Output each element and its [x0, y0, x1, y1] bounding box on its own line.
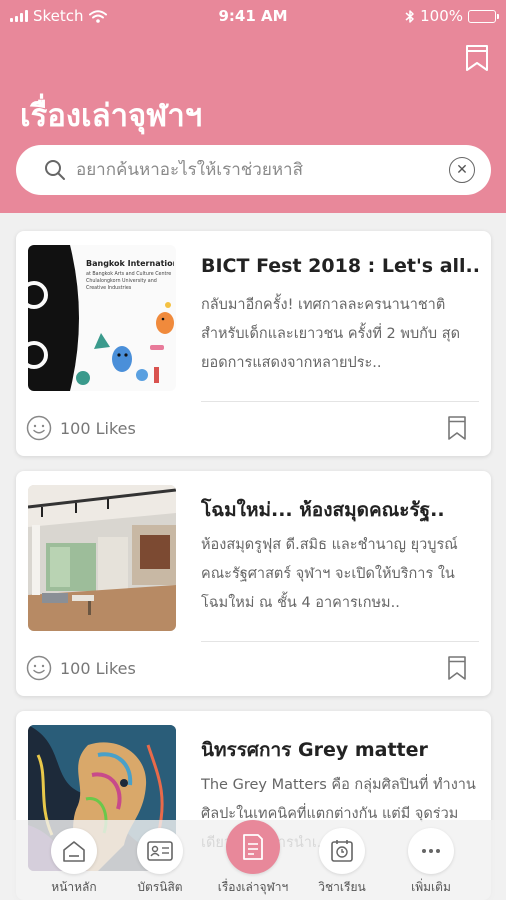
- card-description: ห้องสมุดรูฟุส ดี.สมิธ และชำนาญ ยุวบูรณ์ …: [201, 537, 458, 611]
- clear-icon[interactable]: ✕: [449, 157, 475, 183]
- nav-label: วิชาเรียน: [318, 880, 366, 894]
- nav-label: เรื่องเล่าจุฬาฯ: [217, 880, 289, 894]
- more-icon: [408, 828, 454, 874]
- calendar-clock-icon: [319, 828, 365, 874]
- search-icon: [45, 160, 65, 180]
- card-footer: 100 Likes: [16, 402, 491, 456]
- card-title: นิทรรศการ Grey matter: [201, 739, 428, 761]
- like-button[interactable]: 100 Likes: [26, 655, 136, 681]
- card-thumbnail: Bangkok International at Bangkok Arts an…: [28, 245, 176, 391]
- likes-count: 100 Likes: [60, 658, 136, 678]
- battery-icon: [468, 9, 499, 23]
- search-input[interactable]: [76, 160, 449, 180]
- nav-home[interactable]: หน้าหลัก: [28, 828, 120, 897]
- card-content: โฉมใหม่... ห้องสมุดคณะรัฐ.. ห้องสมุดรูฟุ…: [16, 471, 491, 641]
- bookmark-icon[interactable]: [464, 44, 490, 72]
- nav-label: เพิ่มเติม: [411, 880, 451, 894]
- bluetooth-icon: [405, 9, 414, 23]
- card-title: โฉมใหม่... ห้องสมุดคณะรัฐ..: [201, 499, 445, 521]
- card-title: BICT Fest 2018 : Let's all..: [201, 255, 480, 277]
- likes-count: 100 Likes: [60, 418, 136, 438]
- id-card-icon: [137, 828, 183, 874]
- thumb-title: Bangkok International: [86, 259, 174, 268]
- status-bar: Sketch 9:41 AM 100%: [0, 0, 506, 32]
- card-description: กลับมาอีกครั้ง! เทศกาลละครนานาชาติ สำหรั…: [201, 297, 461, 371]
- nav-label: บัตรนิสิต: [137, 880, 183, 894]
- like-button[interactable]: 100 Likes: [26, 415, 136, 441]
- bookmark-icon[interactable]: [447, 416, 467, 440]
- smile-icon: [26, 415, 52, 441]
- nav-id-card[interactable]: บัตรนิสิต: [114, 828, 206, 897]
- header: Sketch 9:41 AM 100% เรื่องเล่าจุฬาฯ ✕: [0, 0, 506, 213]
- page-title: เรื่องเล่าจุฬาฯ: [20, 98, 203, 134]
- nav-stories[interactable]: เรื่องเล่าจุฬาฯ: [207, 820, 299, 897]
- battery-label: 100%: [420, 7, 463, 25]
- feed-card[interactable]: โฉมใหม่... ห้องสมุดคณะรัฐ.. ห้องสมุดรูฟุ…: [16, 471, 491, 696]
- smile-icon: [26, 655, 52, 681]
- feed-card[interactable]: Bangkok International at Bangkok Arts an…: [16, 231, 491, 456]
- card-content: Bangkok International at Bangkok Arts an…: [16, 231, 491, 401]
- bottom-nav: หน้าหลัก บัตรนิสิต เรื่องเล่าจุฬาฯ วิชาเ…: [0, 820, 506, 900]
- card-thumbnail: [28, 485, 176, 631]
- search-bar[interactable]: ✕: [16, 145, 491, 195]
- stories-icon: [226, 820, 280, 874]
- nav-more[interactable]: เพิ่มเติม: [385, 828, 477, 897]
- nav-courses[interactable]: วิชาเรียน: [296, 828, 388, 897]
- nav-label: หน้าหลัก: [51, 880, 97, 894]
- card-footer: 100 Likes: [16, 642, 491, 696]
- bookmark-icon[interactable]: [447, 656, 467, 680]
- status-right: 100%: [405, 7, 499, 25]
- home-icon: [51, 828, 97, 874]
- thumb-subtitle: at Bangkok Arts and Culture Centre Chula…: [86, 272, 172, 291]
